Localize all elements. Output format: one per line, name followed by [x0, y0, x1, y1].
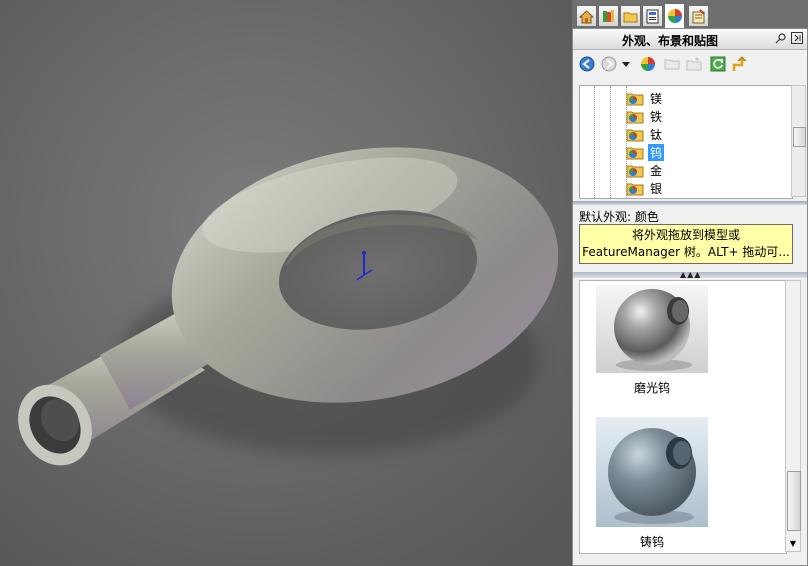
dropdown-arrow-icon: [622, 62, 630, 67]
tab-file-explorer[interactable]: [620, 5, 641, 26]
tree-item-titanium[interactable]: 钛: [626, 125, 664, 143]
pin-button[interactable]: [775, 32, 787, 47]
new-folder-button[interactable]: [685, 55, 703, 73]
model-render[interactable]: [0, 0, 572, 566]
history-dropdown[interactable]: [621, 55, 631, 73]
appearances-panel: 外观、布景和贴图 镁 铁 钛 钨 金 银 默认外观: 颜色 将外观拖放到模型或 …: [572, 28, 808, 566]
tree-item-label: 钛: [650, 127, 663, 142]
tree-guide-line: [610, 86, 611, 198]
view-palette-icon: [646, 9, 659, 23]
appearance-folder-icon: [626, 111, 644, 124]
forward-button[interactable]: [600, 55, 618, 73]
swatch-cast-tungsten[interactable]: 铸钨: [596, 417, 708, 550]
panel-title: 外观、布景和贴图: [621, 34, 718, 48]
new-folder-icon: [686, 57, 702, 71]
refresh-icon: [710, 56, 726, 72]
tree-item-silver[interactable]: 银: [626, 179, 664, 197]
open-folder-icon: [664, 59, 680, 70]
tree-scrollbar[interactable]: [791, 85, 806, 197]
drag-tip-tooltip: 将外观拖放到模型或 FeatureManager 树。ALT+ 拖动可...: [579, 224, 793, 264]
appearance-folder-icon: [626, 147, 644, 160]
file-explorer-icon: [623, 12, 638, 22]
swatch-polished-tungsten[interactable]: 磨光钨: [596, 285, 708, 396]
collapse-button[interactable]: [791, 32, 803, 47]
tab-custom-properties[interactable]: [688, 5, 709, 26]
tree-item-label: 银: [650, 181, 663, 196]
pin-icon: [775, 33, 786, 44]
refresh-button[interactable]: [709, 55, 727, 73]
polished-tungsten-swatch: [596, 285, 708, 373]
open-folder-button[interactable]: [663, 55, 681, 73]
splitter-grip-icon: ▲▲▲: [680, 270, 702, 279]
back-icon: [579, 56, 595, 72]
appearance-folder-icon: [626, 183, 644, 196]
appearance-ball-button[interactable]: [639, 55, 657, 73]
task-pane: 外观、布景和贴图 镁 铁 钛 钨 金 银 默认外观: 颜色 将外观拖放到模型或 …: [572, 0, 808, 566]
tree-item-label: 镁: [650, 91, 663, 106]
up-folder-icon: [732, 56, 747, 71]
gallery-scroll-thumb[interactable]: [787, 471, 801, 531]
back-button[interactable]: [578, 55, 596, 73]
appearance-folder-icon: [626, 93, 644, 106]
pane-splitter[interactable]: ▲▲▲: [573, 270, 807, 279]
tree-guide-line: [594, 86, 595, 198]
tree-item-magnesium[interactable]: 镁: [626, 89, 664, 107]
tree-item-label: 金: [650, 163, 663, 178]
appearance-folder-icon: [626, 165, 644, 178]
panel-title-bar: 外观、布景和贴图: [573, 29, 807, 50]
tree-item-tungsten[interactable]: 钨: [626, 143, 665, 161]
tree-item-label: 钨: [648, 143, 665, 161]
default-appearance-label: 默认外观: 颜色: [579, 210, 659, 224]
tree-scroll-thumb[interactable]: [793, 127, 806, 147]
swatch-caption: 磨光钨: [633, 381, 670, 395]
gallery-scrollbar[interactable]: ▼: [785, 280, 801, 552]
panel-toolbar: [573, 51, 807, 77]
task-pane-tabs: [572, 0, 808, 28]
cast-tungsten-swatch: [596, 417, 708, 527]
collapse-pane-icon: [791, 32, 803, 44]
tip-line-1: 将外观拖放到模型或: [631, 228, 740, 242]
home-icon: [579, 9, 594, 23]
tree-item-gold[interactable]: 金: [626, 161, 664, 179]
tree-item-iron[interactable]: 铁: [626, 107, 664, 125]
graphics-viewport[interactable]: [0, 0, 572, 566]
tree-item-label: 铁: [650, 109, 663, 124]
tab-view-palette[interactable]: [642, 5, 663, 26]
swatch-caption: 铸钨: [639, 535, 664, 549]
appearance-folder-icon: [626, 129, 644, 142]
tab-home[interactable]: [576, 5, 597, 26]
up-folder-button[interactable]: [731, 55, 749, 73]
design-library-icon: [603, 9, 614, 22]
tab-appearances[interactable]: [664, 3, 685, 28]
scroll-down-arrow-icon[interactable]: ▼: [787, 538, 799, 550]
tree-divider[interactable]: [573, 201, 807, 205]
appearance-ball-icon: [641, 57, 655, 71]
appearance-gallery[interactable]: 磨光钨 铸钨: [579, 280, 787, 554]
tab-design-library[interactable]: [598, 5, 619, 26]
appearances-icon: [667, 9, 682, 23]
appearance-tree[interactable]: 镁 铁 钛 钨 金 银: [579, 85, 793, 199]
forward-icon: [601, 56, 617, 72]
custom-properties-icon: [692, 8, 705, 23]
tip-line-2: FeatureManager 树。ALT+ 拖动可...: [582, 245, 790, 259]
